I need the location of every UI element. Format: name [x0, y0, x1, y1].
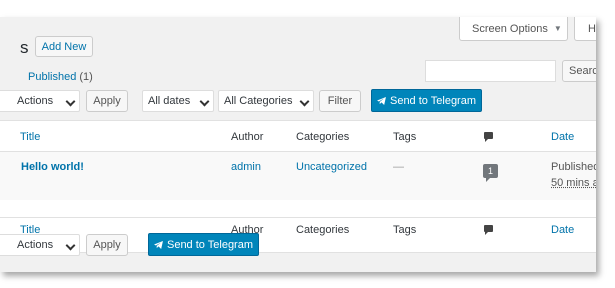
- comment-count: 1: [487, 166, 493, 176]
- admin-window: Screen Options ▼ H s Add New Published (…: [0, 17, 596, 272]
- apply-button-bottom[interactable]: Apply: [86, 234, 128, 256]
- screen-options-button[interactable]: Screen Options ▼: [459, 17, 568, 41]
- help-label: H: [588, 22, 596, 35]
- filter-label: Filter: [327, 95, 353, 107]
- send-to-telegram-label: Send to Telegram: [166, 238, 254, 251]
- column-header-tags: Tags: [393, 131, 417, 143]
- dates-filter-value: All dates: [148, 95, 191, 107]
- bulk-actions-select-bottom[interactable]: Actions: [0, 234, 80, 256]
- column-footer-categories: Categories: [296, 224, 350, 236]
- column-footer-tags: Tags: [393, 224, 417, 236]
- post-date-ago: 50 mins a: [551, 177, 596, 189]
- page-title: s: [20, 38, 29, 57]
- column-header-title[interactable]: Title: [20, 131, 40, 143]
- search-button-label: Search: [569, 65, 596, 77]
- telegram-icon: [377, 96, 386, 105]
- table-row: Hello world! admin Uncategorized — 1 Pub…: [0, 152, 596, 200]
- bulk-actions-value: Actions: [17, 239, 54, 251]
- search-button[interactable]: Search: [562, 60, 596, 82]
- add-new-button[interactable]: Add New: [35, 36, 93, 57]
- search-input[interactable]: [425, 60, 556, 82]
- column-header-author: Author: [231, 131, 264, 143]
- post-author-link[interactable]: admin: [231, 161, 261, 173]
- post-title-link[interactable]: Hello world!: [21, 161, 84, 173]
- divider: [0, 217, 596, 218]
- column-header-categories: Categories: [296, 131, 350, 143]
- column-header-date[interactable]: Date: [551, 131, 574, 143]
- send-to-telegram-button[interactable]: Send to Telegram: [371, 89, 482, 112]
- dates-filter-select[interactable]: All dates: [142, 90, 214, 112]
- status-filter-published[interactable]: Published (1): [28, 71, 93, 83]
- add-new-label: Add New: [41, 40, 87, 53]
- bulk-actions-value: Actions: [17, 95, 54, 107]
- column-footer-date[interactable]: Date: [551, 224, 574, 236]
- category-filter-select[interactable]: All Categories: [218, 90, 314, 112]
- chevron-down-icon: [65, 96, 76, 107]
- send-to-telegram-button-bottom[interactable]: Send to Telegram: [148, 233, 259, 256]
- chevron-down-icon: [299, 96, 310, 107]
- apply-label: Apply: [93, 95, 121, 107]
- published-count: (1): [79, 71, 93, 83]
- screen-options-label: Screen Options: [472, 22, 548, 35]
- caret-down-icon: ▼: [553, 24, 562, 33]
- post-category-link[interactable]: Uncategorized: [296, 161, 367, 173]
- comments-icon[interactable]: [484, 225, 493, 235]
- category-filter-value: All Categories: [224, 95, 293, 107]
- filter-button[interactable]: Filter: [319, 90, 361, 112]
- chevron-down-icon: [199, 96, 210, 107]
- help-button[interactable]: H: [574, 17, 596, 41]
- comments-icon[interactable]: [484, 132, 493, 142]
- comment-count-badge[interactable]: 1: [483, 164, 498, 182]
- send-to-telegram-label: Send to Telegram: [389, 94, 477, 107]
- published-link[interactable]: Published: [28, 71, 76, 83]
- bulk-actions-select[interactable]: Actions: [0, 90, 80, 112]
- chevron-down-icon: [65, 240, 76, 251]
- post-tags: —: [393, 161, 404, 173]
- apply-label: Apply: [93, 239, 121, 251]
- apply-button[interactable]: Apply: [86, 90, 128, 112]
- post-date-status: Published: [551, 161, 596, 173]
- telegram-icon: [154, 240, 163, 249]
